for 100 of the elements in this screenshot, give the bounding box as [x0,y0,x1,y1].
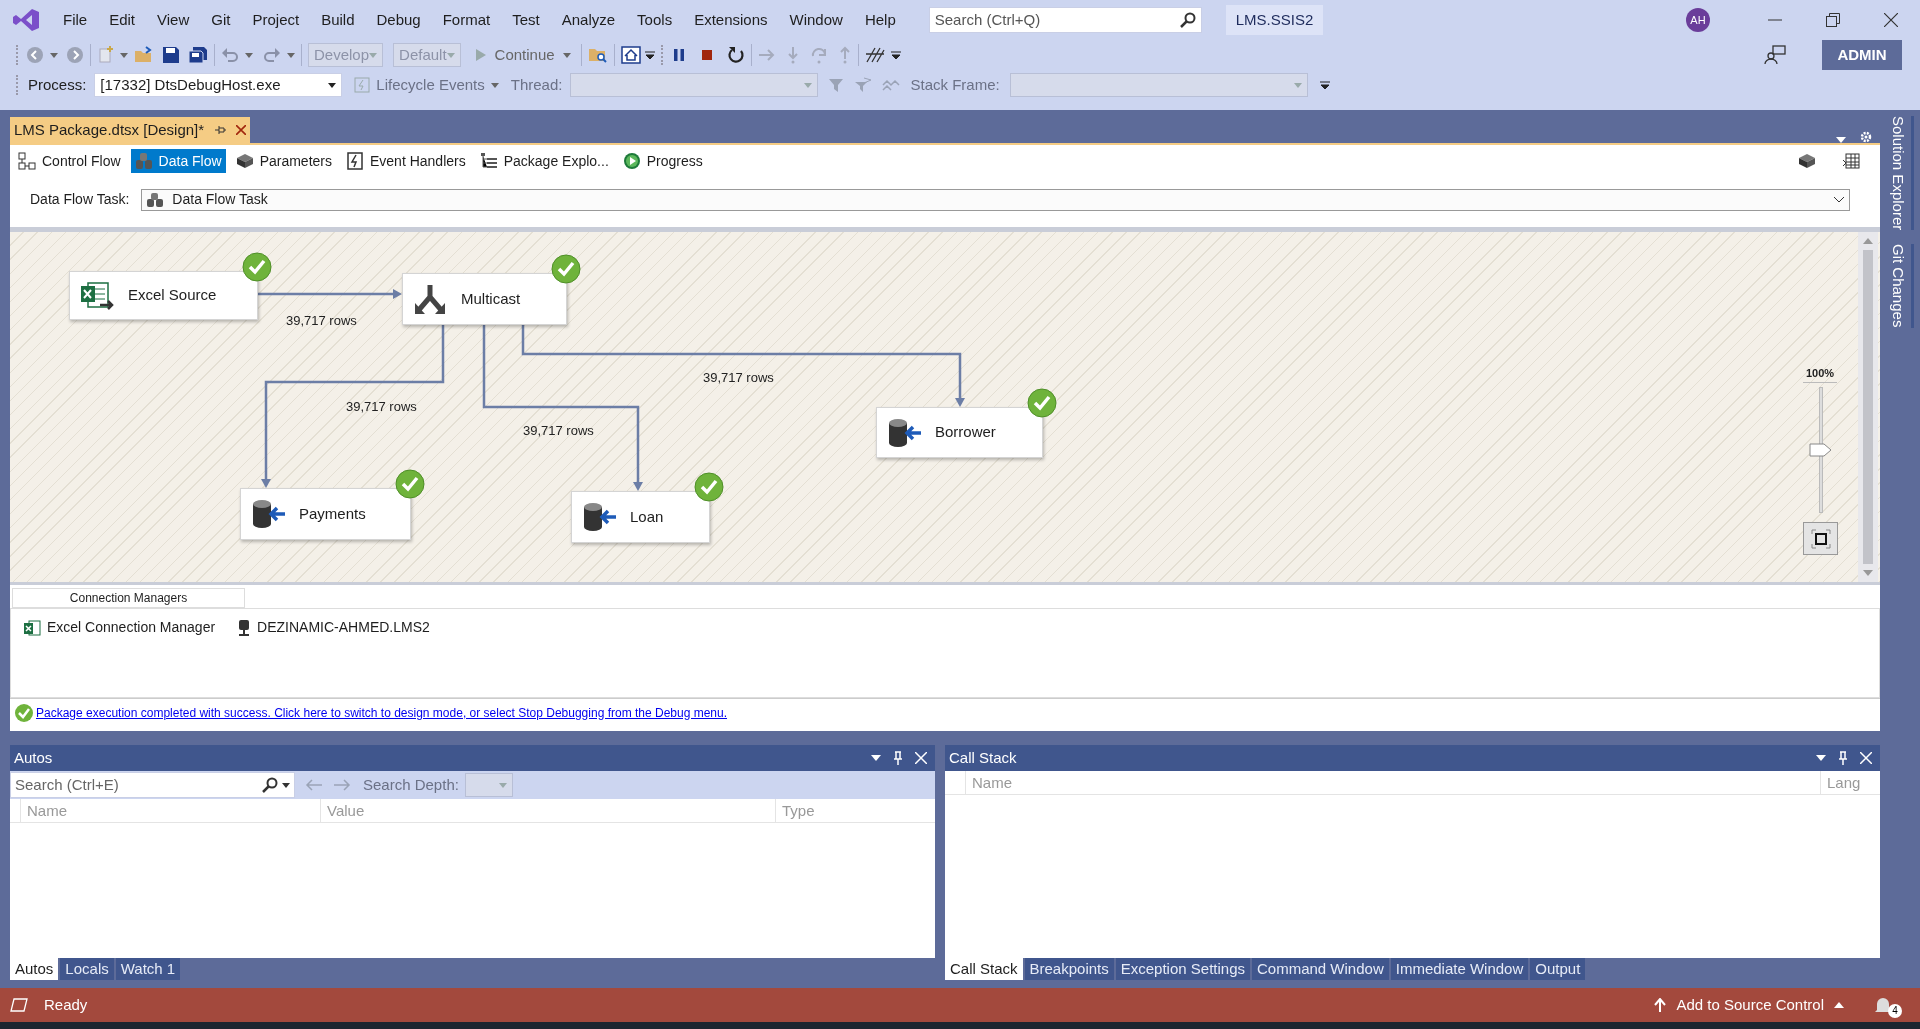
menu-item[interactable]: Help [853,8,907,32]
hatched-icon[interactable] [864,46,885,64]
dropdown-icon[interactable] [1816,755,1826,761]
scroll-up-icon[interactable] [1863,238,1873,244]
tool-window-tab[interactable]: Watch 1 [115,958,181,980]
feedback-icon[interactable] [1764,45,1786,65]
save-all-icon[interactable] [188,46,208,64]
split-arrows-icon [413,283,447,315]
home-icon[interactable] [620,46,641,64]
dropdown-icon[interactable] [871,755,881,761]
data-path-arrow[interactable] [521,325,965,407]
designer-tab[interactable]: Package Explo... [475,149,613,173]
filter-toggle-icon[interactable] [854,77,873,93]
tool-window-tab[interactable]: Breakpoints [1024,958,1114,980]
account-button[interactable]: ADMIN [1822,40,1902,70]
gear-icon[interactable] [1860,131,1872,143]
tool-window-tab[interactable]: Immediate Window [1390,958,1529,980]
side-rail-tab[interactable]: Solution Explorer [1886,116,1914,231]
tool-window-tab[interactable]: Locals [60,958,114,980]
node-label: Loan [630,506,664,527]
overflow-icon[interactable] [1319,80,1330,90]
zoom-slider[interactable] [1809,387,1833,513]
overflow-icon[interactable] [890,50,901,60]
designer-tab[interactable]: Control Flow [14,149,125,173]
close-icon[interactable] [236,125,247,135]
panel-title: Autos [14,747,54,768]
lightning-icon [346,152,364,170]
search-field[interactable]: Search (Ctrl+Q) [928,7,1202,33]
tool-window-tab[interactable]: Exception Settings [1115,958,1250,980]
data-path-arrow[interactable] [482,325,643,491]
close-icon[interactable] [1884,13,1898,27]
menu-item[interactable]: Analyze [550,8,627,32]
folder-search-icon[interactable] [587,46,608,64]
status-link[interactable]: Package execution completed with success. Click here to switch to design mode, or select Stop Debugging from the Debug menu. [36,703,728,722]
menu-item[interactable]: View [146,8,201,32]
slider-thumb[interactable] [1809,443,1833,457]
pin-icon[interactable] [214,124,227,136]
menu-item[interactable]: Debug [365,8,432,32]
source-control-button[interactable]: Add to Source Control [1654,993,1844,1017]
process-dropdown[interactable]: [17332] DtsDebugHost.exe [94,73,343,97]
tool-window-tab[interactable]: Command Window [1252,958,1389,980]
connection-manager-item[interactable]: DEZINAMIC-AHMED.LMS2 [237,617,430,638]
search-input[interactable]: Search (Ctrl+Q) [934,8,1180,32]
notifications-button[interactable]: 4 [1874,994,1900,1016]
designer-tab[interactable]: Event Handlers [342,149,470,173]
fit-to-window-button[interactable] [1803,522,1838,555]
restart-icon[interactable] [726,46,745,64]
designer-tab[interactable]: Data Flow [130,149,226,173]
node-label: Excel Source [128,285,217,306]
data-path-arrow[interactable] [258,289,402,299]
restore-icon[interactable] [1826,13,1840,27]
success-check-icon [14,702,34,723]
data-path-arrow[interactable] [261,325,445,488]
continue-button[interactable]: Continue [470,43,575,67]
search-icon [262,777,278,793]
menu-item[interactable]: Tools [626,8,684,32]
menu-item[interactable]: Git [200,8,242,32]
dropdown-icon[interactable] [1836,137,1846,143]
back-icon[interactable] [26,46,44,64]
menu-item[interactable]: Format [431,8,502,32]
menu-item[interactable]: Test [501,8,551,32]
redo-icon[interactable] [263,46,281,64]
menu-item[interactable]: Edit [98,8,147,32]
connection-managers-tab[interactable]: Connection Managers [12,588,245,608]
component-node[interactable]: Borrower [876,407,1043,458]
tool-window-tab[interactable]: Autos [10,958,59,980]
search-field[interactable]: Search (Ctrl+E) [10,772,295,798]
task-dropdown[interactable]: Data Flow Task [141,188,1850,211]
component-node[interactable]: Multicast [402,273,567,325]
user-avatar[interactable]: AH [1686,8,1710,32]
search-input[interactable]: Search (Ctrl+E) [15,773,262,797]
component-node[interactable]: Excel Source [69,271,258,320]
caret-icon[interactable] [282,782,290,788]
component-node[interactable]: Payments [240,488,411,540]
vertical-scrollbar[interactable] [1858,232,1878,582]
tool-window-tab[interactable]: Call Stack [945,958,1023,980]
menu-item[interactable]: Extensions [683,8,779,32]
grid-icon[interactable] [1842,152,1860,170]
menu-item[interactable]: Build [310,8,366,32]
tool-window-tab[interactable]: Output [1530,958,1586,980]
variables-icon[interactable] [1798,152,1816,170]
component-node[interactable]: Loan [571,491,710,543]
designer-tab[interactable]: Parameters [231,149,336,173]
overflow-icon[interactable] [644,50,655,60]
menu-item[interactable]: File [52,8,99,32]
database-load-icon [251,498,285,530]
designer-tab[interactable]: Progress [618,149,707,173]
undo-icon[interactable] [221,46,239,64]
panel-title: Call Stack [949,747,1018,768]
forward-icon[interactable] [66,46,84,64]
connection-manager-item[interactable]: Excel Connection Manager [23,617,216,638]
menu-item[interactable]: Project [241,8,311,32]
save-icon[interactable] [162,46,180,64]
side-rail-tab[interactable]: Git Changes [1886,244,1914,328]
scroll-down-icon[interactable] [1863,570,1873,576]
document-tab[interactable]: LMS Package.dtsx [Design]* [10,117,251,143]
caret-icon[interactable] [328,82,337,88]
open-folder-icon[interactable] [134,46,154,64]
menu-item[interactable]: Window [778,8,854,32]
cylinders-icon [146,191,165,208]
